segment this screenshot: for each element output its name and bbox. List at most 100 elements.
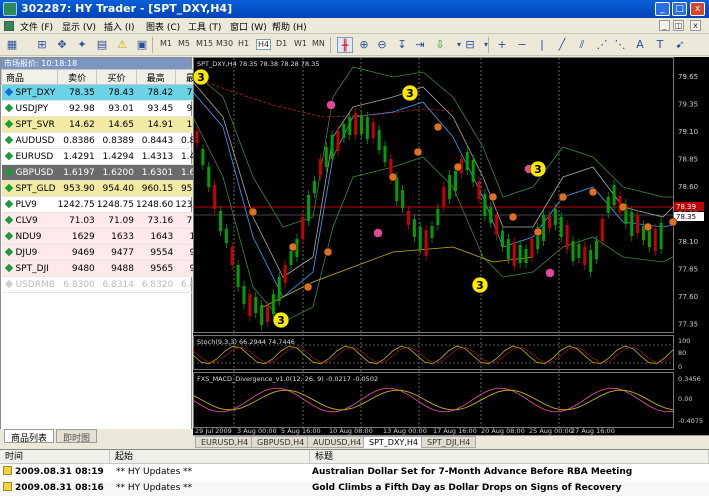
symbol-diamond-icon bbox=[4, 135, 13, 144]
auto-scroll-icon[interactable]: ↧ bbox=[394, 37, 410, 53]
arrow-tool-icon[interactable]: ➹ bbox=[672, 37, 688, 53]
mdi-close-button[interactable]: x bbox=[690, 20, 701, 31]
close-button[interactable]: x bbox=[690, 2, 705, 16]
tab-audusd-h4[interactable]: AUDUSD,H4 bbox=[307, 436, 368, 448]
mdi-minimize-button[interactable]: _ bbox=[659, 20, 670, 31]
wave-marker-orange bbox=[303, 282, 313, 292]
menu-file[interactable]: 文件 (F) bbox=[20, 20, 53, 33]
cell-high: 9554 bbox=[136, 244, 176, 261]
price-axis-label: 77.85 bbox=[678, 266, 698, 274]
symbol-diamond-icon bbox=[4, 279, 13, 288]
cell-high: 14.91 bbox=[136, 116, 176, 133]
news-column-source[interactable]: 起始 bbox=[110, 450, 310, 464]
market-watch-row-plv9[interactable]: PLV91242.751248.751248.601238.05 bbox=[1, 196, 215, 213]
cell-high: 78.42 bbox=[136, 84, 176, 101]
data-window-icon[interactable]: ▤ bbox=[94, 37, 110, 53]
market-watch-row-spt-dxy[interactable]: SPT_DXY78.3578.4378.4278.13 bbox=[1, 84, 215, 101]
text-label-icon[interactable]: A bbox=[632, 37, 648, 53]
market-watch-row-spt-svr[interactable]: SPT_SVR14.6214.6514.9114.59 bbox=[1, 116, 215, 133]
cursor-crosshair-icon[interactable]: + bbox=[494, 37, 510, 53]
timeframe-mn[interactable]: MN bbox=[312, 39, 325, 48]
chart-shift-icon[interactable]: ⇥ bbox=[412, 37, 428, 53]
cell-bid: 14.62 bbox=[57, 116, 97, 133]
column-ask[interactable]: 买价 bbox=[96, 69, 137, 85]
wave-marker-pink bbox=[373, 228, 383, 238]
menu-chart[interactable]: 图表 (C) bbox=[146, 20, 180, 33]
timeframe-h4[interactable]: H4 bbox=[256, 39, 272, 50]
timeframe-w1[interactable]: W1 bbox=[294, 39, 307, 48]
wave-marker-orange bbox=[288, 242, 298, 252]
new-chart-icon[interactable]: ▦ bbox=[4, 37, 20, 53]
news-row[interactable]: 2009.08.31 08:19 ** HY Updates ** Austra… bbox=[0, 465, 709, 480]
column-symbol[interactable]: 商品 bbox=[0, 69, 59, 85]
candle-body bbox=[589, 250, 593, 272]
news-row[interactable]: 2009.08.31 08:16 ** HY Updates ** Gold C… bbox=[0, 481, 709, 496]
cell-high: 1.6301 bbox=[136, 164, 176, 181]
indicators-icon[interactable]: ⇩ bbox=[432, 37, 448, 53]
periods-icon[interactable]: ⊟ bbox=[462, 37, 478, 53]
timeframe-m5[interactable]: M5 bbox=[178, 39, 190, 48]
market-watch-row-usdjpy[interactable]: USDJPY92.9893.0193.4592.52 bbox=[1, 100, 215, 117]
tab-gbpusd-h4[interactable]: GBPUSD,H4 bbox=[251, 436, 311, 448]
wave-3-label: 3 bbox=[534, 163, 542, 176]
market-watch-row-audusd[interactable]: AUDUSD0.83860.83890.84430.8366 bbox=[1, 132, 215, 149]
timeframe-d1[interactable]: D1 bbox=[276, 39, 287, 48]
timeframe-h1[interactable]: H1 bbox=[238, 39, 249, 48]
timeframe-m1[interactable]: M1 bbox=[160, 39, 172, 48]
minimize-button[interactable]: _ bbox=[655, 2, 670, 16]
column-bid[interactable]: 卖价 bbox=[57, 69, 98, 85]
horizontal-line-icon[interactable]: − bbox=[514, 37, 530, 53]
alert-icon[interactable]: ⚠ bbox=[114, 37, 130, 53]
fibonacci-icon[interactable]: ⋰ bbox=[594, 37, 610, 53]
cell-bid: 1629 bbox=[57, 228, 97, 245]
market-watch-row-spt-dji[interactable]: SPT_DJI9480948895659464 bbox=[1, 260, 215, 277]
market-watch-row-eurusd[interactable]: EURUSD1.42911.42941.43131.4255 bbox=[1, 148, 215, 165]
timeframe-m30[interactable]: M30 bbox=[216, 39, 233, 48]
zoom-in-icon[interactable]: ⊕ bbox=[356, 37, 372, 53]
news-column-title[interactable]: 标题 bbox=[310, 450, 709, 464]
candle-body bbox=[636, 215, 640, 233]
dropdown-arrow-icon[interactable]: ▾ bbox=[478, 37, 494, 53]
menu-tools[interactable]: 工具 (T) bbox=[188, 20, 221, 33]
chart-canvas[interactable]: 79.65 79.35 79.10 78.85 78.60 78.35 78.10 77.85… bbox=[193, 57, 709, 435]
candle-body bbox=[501, 231, 504, 247]
menu-insert[interactable]: 插入 (I) bbox=[104, 20, 135, 33]
tab-spt-dxy-h4[interactable]: SPT_DXY,H4 bbox=[363, 436, 424, 448]
cell-symbol: PLV9 bbox=[1, 196, 58, 213]
menu-view[interactable]: 显示 (V) bbox=[62, 20, 96, 33]
mdi-restore-button[interactable]: ◫ bbox=[673, 20, 684, 31]
fibo-fan-icon[interactable]: ⋱ bbox=[612, 37, 628, 53]
market-watch-row-usdrmb[interactable]: USDRMB6.83006.83146.83206.8295 bbox=[1, 276, 215, 293]
zoom-out-icon[interactable]: ⊖ bbox=[374, 37, 390, 53]
price-chart[interactable]: 79.65 79.35 79.10 78.85 78.60 78.35 78.10 77.85… bbox=[193, 57, 709, 435]
tab-eurusd-h4[interactable]: EURUSD,H4 bbox=[195, 436, 255, 448]
navigator-icon[interactable]: ✦ bbox=[74, 37, 90, 53]
timeframe-m15[interactable]: M15 bbox=[196, 39, 213, 48]
candle-body bbox=[471, 160, 475, 182]
candle-body bbox=[506, 239, 510, 259]
bar-chart-icon[interactable]: ╫ bbox=[337, 37, 353, 53]
menu-help[interactable]: 帮助 (H) bbox=[272, 20, 307, 33]
menu-window[interactable]: 窗口 (W) bbox=[230, 20, 267, 33]
crosshair-move-icon[interactable]: ✥ bbox=[54, 37, 70, 53]
column-high[interactable]: 最高 bbox=[135, 69, 176, 85]
market-watch-row-spt-gld[interactable]: SPT_GLD953.90954.40960.15952.65 bbox=[1, 180, 215, 197]
candle-body bbox=[489, 207, 493, 223]
symbol-name: SPT_DJI bbox=[15, 263, 49, 274]
market-watch-row-gbpusd[interactable]: GBPUSD1.61971.62001.63011.6182 bbox=[1, 164, 215, 181]
news-column-time[interactable]: 时间 bbox=[0, 450, 110, 464]
tab-spt-dji-h4[interactable]: SPT_DJI,H4 bbox=[421, 436, 477, 448]
tab-tick-chart[interactable]: 即时图 bbox=[56, 429, 98, 444]
terminal-icon[interactable]: ▣ bbox=[134, 37, 150, 53]
maximize-button[interactable]: □ bbox=[672, 2, 687, 16]
text-tool-icon[interactable]: T bbox=[652, 37, 668, 53]
symbol-diamond-icon bbox=[4, 215, 13, 224]
market-watch-row-ndu9[interactable]: NDU91629163316431624 bbox=[1, 228, 215, 245]
profiles-icon[interactable]: ⊞ bbox=[34, 37, 50, 53]
market-watch-row-clv9[interactable]: CLV971.0371.0973.1671.03 bbox=[1, 212, 215, 229]
tab-symbols[interactable]: 商品列表 bbox=[4, 429, 55, 444]
market-watch-row-dju9[interactable]: DJU99469947795549453 bbox=[1, 244, 215, 261]
trendline-icon[interactable]: ╱ bbox=[554, 37, 570, 53]
channel-icon[interactable]: ⫽ bbox=[574, 37, 590, 53]
vertical-line-icon[interactable]: | bbox=[534, 37, 550, 53]
